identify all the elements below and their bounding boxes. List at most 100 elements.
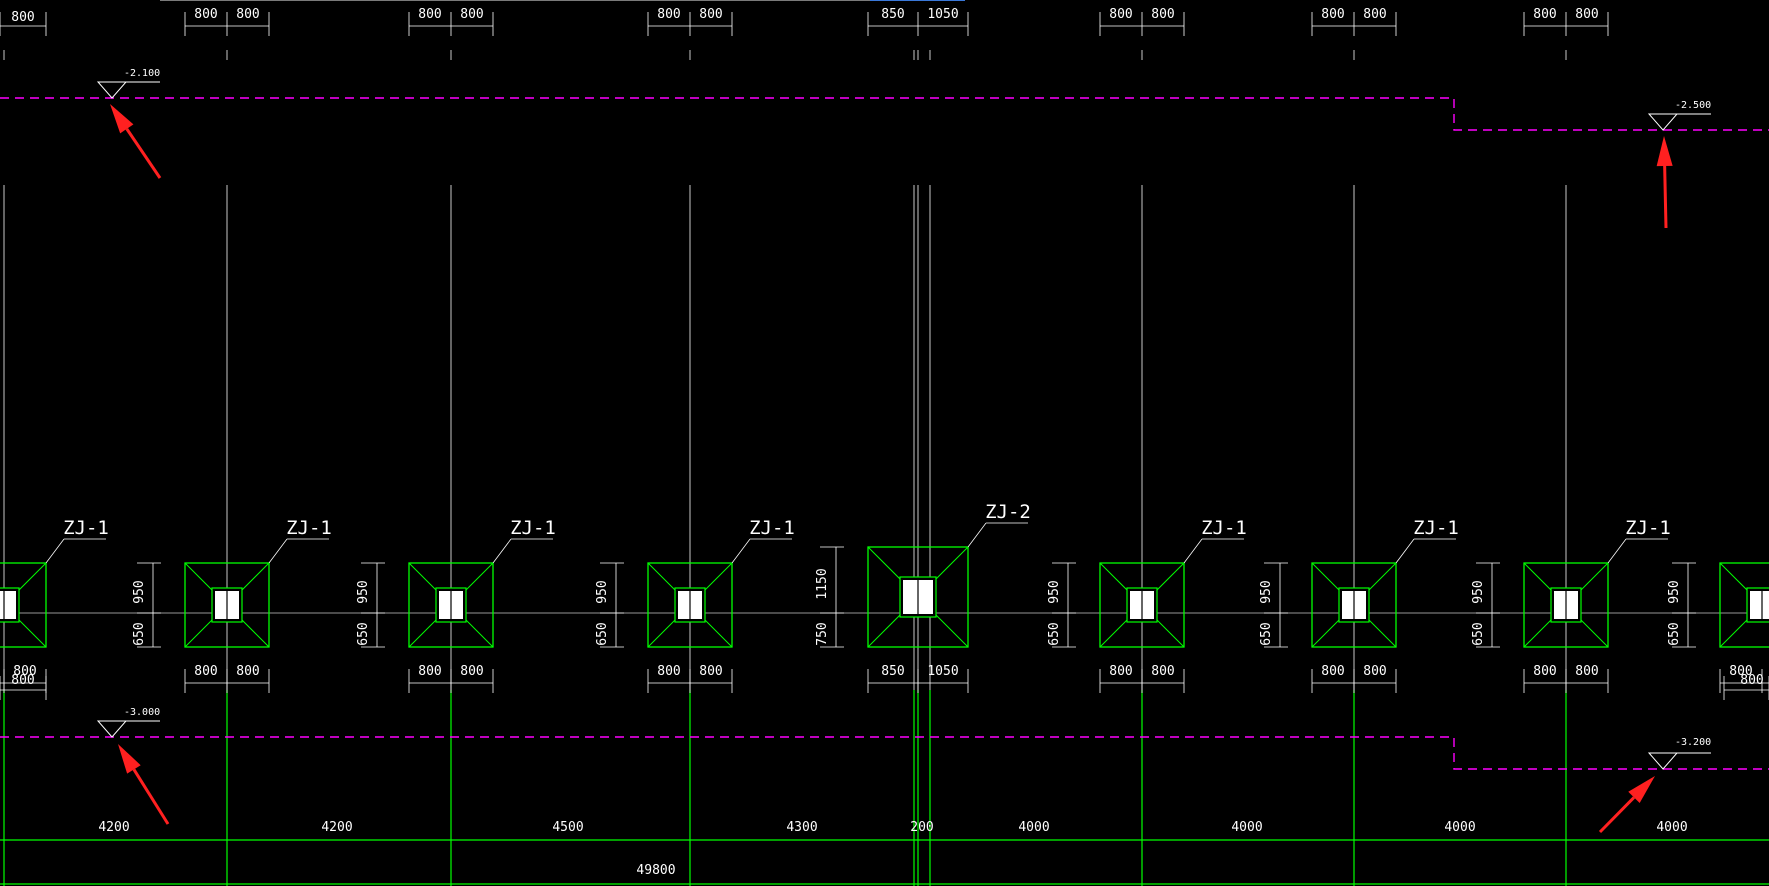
dimension-text: 800 xyxy=(657,7,680,22)
foundation-level-line-bottom xyxy=(0,736,1769,770)
bay-dimension: 4000 xyxy=(1656,820,1687,835)
dimension-text: 800 xyxy=(11,10,34,25)
dimension-text: 950 xyxy=(1047,580,1062,603)
column-fill xyxy=(1750,591,1769,619)
dimension-text: 800 xyxy=(1363,7,1386,22)
foundation-level-line-top xyxy=(0,97,1769,131)
label-leader xyxy=(1183,538,1203,564)
elevation-triangle xyxy=(1647,752,1679,770)
footing-label: ZJ-2 xyxy=(985,501,1031,523)
label-leader xyxy=(967,522,987,548)
bay-dimension: 4000 xyxy=(1231,820,1262,835)
column-fill xyxy=(0,591,16,619)
bay-dimension: 4200 xyxy=(98,820,129,835)
dimension-text: 800 xyxy=(236,664,259,679)
elevation-triangle xyxy=(1647,113,1679,131)
elevation-triangle xyxy=(96,81,128,99)
footing-label: ZJ-1 xyxy=(1413,517,1459,539)
dimension-text: 800 xyxy=(657,664,680,679)
footing-label: ZJ-1 xyxy=(63,517,109,539)
footings-layer: ZJ-1 950 650 800 800 ZJ-1 950 650 800 800 ZJ-1 950 6… xyxy=(0,501,1769,693)
dimension-text: 800 xyxy=(1533,664,1556,679)
dimension-text: 950 xyxy=(132,580,147,603)
dimension-text: 1150 xyxy=(815,568,830,599)
label-leader xyxy=(45,538,65,564)
bay-dimension: 4200 xyxy=(321,820,352,835)
cad-drawing-canvas: ZJ-1 950 650 800 800 ZJ-1 950 650 800 800 ZJ-1 950 6… xyxy=(0,0,1769,886)
annotation-arrow-head xyxy=(1656,136,1673,167)
bay-dimension: 4300 xyxy=(786,820,817,835)
grid-lines xyxy=(0,50,1769,690)
dimension-text: 650 xyxy=(356,622,371,645)
dimension-text: 800 xyxy=(460,7,483,22)
dimension-text: 800 xyxy=(1321,7,1344,22)
elevation-bottom-left: -3.000 xyxy=(124,707,160,718)
dimension-text: 800 xyxy=(1533,7,1556,22)
footing-zj-1: ZJ-1 950 650 800 800 xyxy=(1259,517,1459,693)
dimension-text: 650 xyxy=(1259,622,1274,645)
footing-zj-1: ZJ-1 950 650 800 800 xyxy=(132,517,332,693)
footing-zj-1: ZJ-1950650800800 xyxy=(595,517,795,693)
top-dimensions-layer: 800 800 800 800 800 800 850 1050 800 800 800 800 800… xyxy=(0,7,1769,700)
dimension-text: 800 xyxy=(236,7,259,22)
elevation-top-left: -2.100 xyxy=(124,68,160,79)
dimension-text: 650 xyxy=(132,622,147,645)
annotation-arrow-shaft xyxy=(1663,165,1668,229)
dimension-text: 800 xyxy=(1363,664,1386,679)
dimension-text: 950 xyxy=(595,580,610,603)
dimension-text: 950 xyxy=(1667,580,1682,603)
dimension-text: 950 xyxy=(1471,580,1486,603)
annotation-arrows-layer xyxy=(110,104,1673,834)
dimension-text: 800 xyxy=(418,664,441,679)
dimension-text: 800 xyxy=(1151,7,1174,22)
label-leader xyxy=(1395,538,1415,564)
footing-zj-1: ZJ-1 950 650 800 800 xyxy=(1471,517,1671,693)
footing-label: ZJ-1 xyxy=(1201,517,1247,539)
dimension-text: 1050 xyxy=(927,7,958,22)
footing-zj-1: ZJ-1 950 650 800 800 xyxy=(1047,517,1247,693)
dimension-text: 800 xyxy=(699,664,722,679)
elevation-triangle xyxy=(96,720,128,738)
dimension-text: 1050 xyxy=(927,664,958,679)
dimension-text: 950 xyxy=(1259,580,1274,603)
dimension-text: 800 xyxy=(418,7,441,22)
dimension-text: 650 xyxy=(1667,622,1682,645)
bay-dimension: 4000 xyxy=(1444,820,1475,835)
dimension-text: 800 xyxy=(1740,673,1763,688)
dimension-text: 800 xyxy=(1575,7,1598,22)
dimension-text: 750 xyxy=(815,622,830,645)
footing-label: ZJ-1 xyxy=(286,517,332,539)
dimension-text: 800 xyxy=(11,673,34,688)
elevation-top-right: -2.500 xyxy=(1675,100,1711,111)
bottom-dimension-lines xyxy=(0,690,1769,886)
footing-zj-2: ZJ-2 1150 750 850 1050 xyxy=(815,501,1031,693)
bay-dimension: 4000 xyxy=(1018,820,1049,835)
dimension-text: 800 xyxy=(1109,664,1132,679)
annotation-arrow-shaft xyxy=(125,128,162,179)
annotation-arrow-shaft xyxy=(1598,796,1636,834)
dimension-text: 800 xyxy=(460,664,483,679)
label-leader xyxy=(1607,538,1627,564)
dimension-text: 850 xyxy=(881,7,904,22)
dimension-text: 800 xyxy=(1151,664,1174,679)
footing-zj-1: ZJ-1950650800800 xyxy=(356,517,556,693)
dimension-text: 800 xyxy=(1109,7,1132,22)
dimension-text: 650 xyxy=(1471,622,1486,645)
footing-label: ZJ-1 xyxy=(1625,517,1671,539)
dimension-text: 800 xyxy=(194,7,217,22)
bay-dimension: 4500 xyxy=(552,820,583,835)
label-leader xyxy=(492,538,512,564)
footing-zj-1: ZJ-1950650800800 xyxy=(0,517,109,693)
total-dimension: 49800 xyxy=(636,863,675,878)
annotation-arrow-head xyxy=(110,104,134,134)
dimension-text: 800 xyxy=(194,664,217,679)
label-leader xyxy=(731,538,751,564)
label-leader xyxy=(268,538,288,564)
dimension-text: 800 xyxy=(1321,664,1344,679)
dimension-text: 800 xyxy=(1575,664,1598,679)
bay-dimension: 200 xyxy=(910,820,933,835)
dimension-text: 650 xyxy=(1047,622,1062,645)
dimension-text: 650 xyxy=(595,622,610,645)
annotation-arrow-shaft xyxy=(132,768,170,825)
elevation-bottom-right: -3.200 xyxy=(1675,737,1711,748)
